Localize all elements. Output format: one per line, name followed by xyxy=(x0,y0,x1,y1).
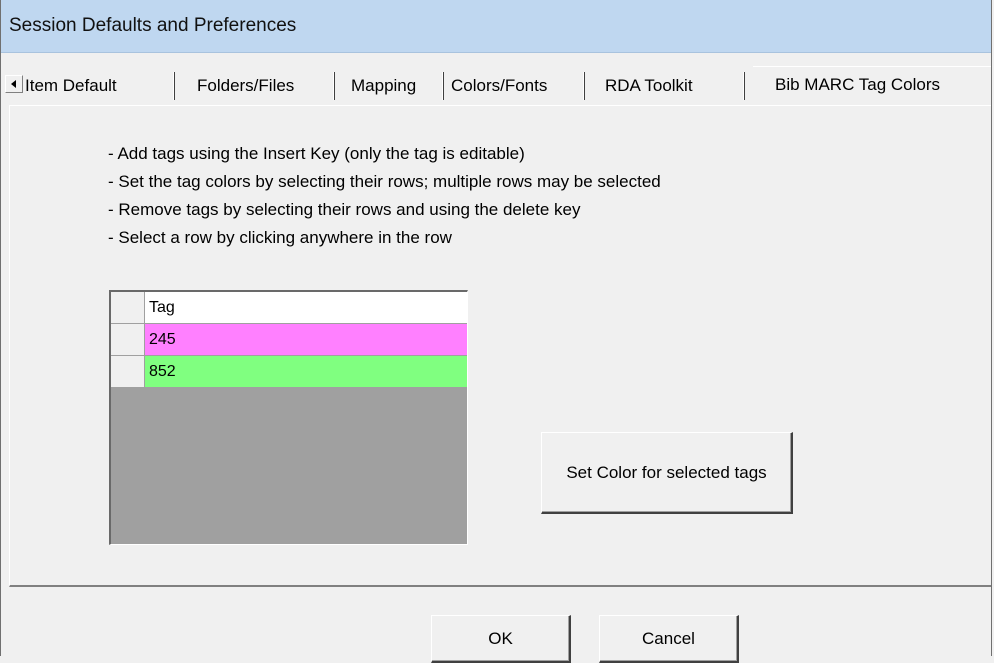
dialog-window: Session Defaults and Preferences Item De… xyxy=(0,0,992,663)
tag-cell[interactable]: 852 xyxy=(145,356,467,388)
chevron-left-icon xyxy=(11,80,16,88)
tab-divider xyxy=(173,72,175,100)
instruction-line: - Select a row by clicking anywhere in t… xyxy=(108,228,452,247)
tab-colors-fonts[interactable]: Colors/Fonts xyxy=(447,68,551,104)
ok-button-label: OK xyxy=(488,629,513,648)
window-title: Session Defaults and Preferences xyxy=(9,15,297,36)
row-selector[interactable] xyxy=(111,356,145,388)
table-row[interactable]: 245 xyxy=(111,324,467,356)
instruction-line: - Add tags using the Insert Key (only th… xyxy=(108,144,525,163)
set-color-button[interactable]: Set Color for selected tags xyxy=(541,432,793,514)
tab-mapping[interactable]: Mapping xyxy=(347,68,420,104)
tab-rda-toolkit[interactable]: RDA Toolkit xyxy=(601,68,697,104)
tag-column-header[interactable]: Tag xyxy=(145,292,467,324)
tab-strip: Item Default Folders/Files Mapping Color… xyxy=(1,66,991,106)
grid-header-row: Tag xyxy=(111,292,467,324)
tab-divider xyxy=(583,72,585,100)
table-row[interactable]: 852 xyxy=(111,356,467,388)
cancel-button-label: Cancel xyxy=(642,629,695,648)
tab-label: Bib MARC Tag Colors xyxy=(775,75,941,94)
tab-label: Folders/Files xyxy=(197,76,295,95)
tab-bib-marc-tag-colors[interactable]: Bib MARC Tag Colors xyxy=(753,66,991,106)
instruction-line: - Remove tags by selecting their rows an… xyxy=(108,200,581,219)
tab-label: Item Default xyxy=(25,76,117,95)
tag-cell[interactable]: 245 xyxy=(145,324,467,356)
tab-label: RDA Toolkit xyxy=(605,76,693,95)
row-selector[interactable] xyxy=(111,324,145,356)
tab-label: Mapping xyxy=(351,76,417,95)
title-bar: Session Defaults and Preferences xyxy=(1,0,991,53)
tab-folders-files[interactable]: Folders/Files xyxy=(193,68,298,104)
grid-corner xyxy=(111,292,145,324)
instructions: - Add tags using the Insert Key (only th… xyxy=(108,140,661,252)
tab-divider xyxy=(442,72,444,100)
instruction-line: - Set the tag colors by selecting their … xyxy=(108,172,661,191)
tab-label: Colors/Fonts xyxy=(451,76,548,95)
tab-item-default[interactable]: Item Default xyxy=(21,68,121,104)
set-color-button-label: Set Color for selected tags xyxy=(566,462,767,482)
tab-divider xyxy=(333,72,335,100)
tab-divider xyxy=(743,72,745,100)
tag-color-grid[interactable]: Tag 245 852 xyxy=(109,290,468,545)
